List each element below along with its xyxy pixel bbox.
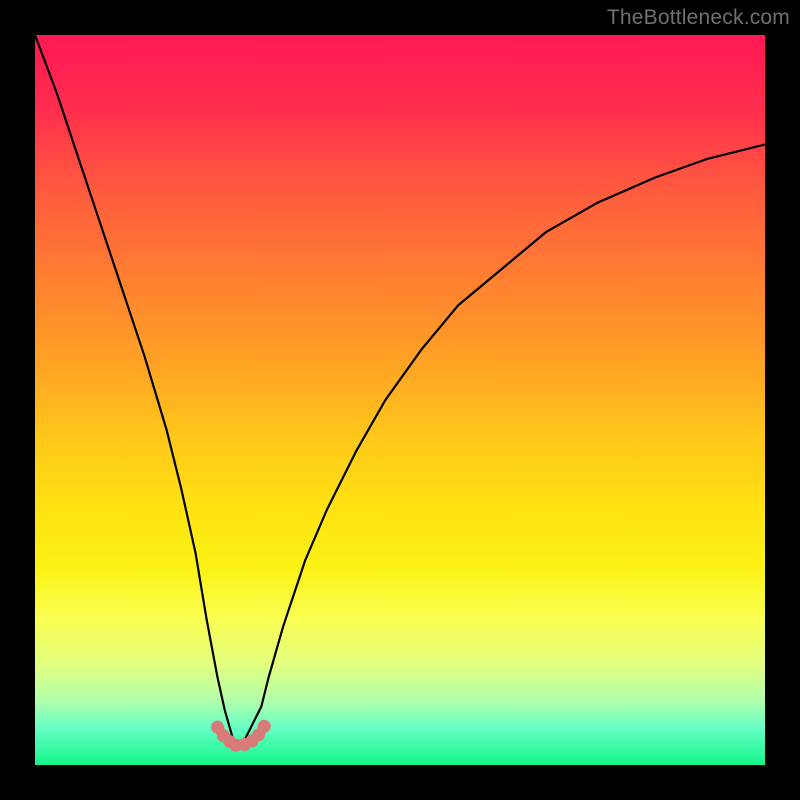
plot-area bbox=[35, 35, 765, 765]
bottleneck-curve-path bbox=[35, 35, 765, 747]
curve-svg bbox=[35, 35, 765, 765]
credit-label: TheBottleneck.com bbox=[607, 6, 790, 30]
trough-marker bbox=[258, 720, 271, 733]
chart-frame: TheBottleneck.com bbox=[0, 0, 800, 800]
